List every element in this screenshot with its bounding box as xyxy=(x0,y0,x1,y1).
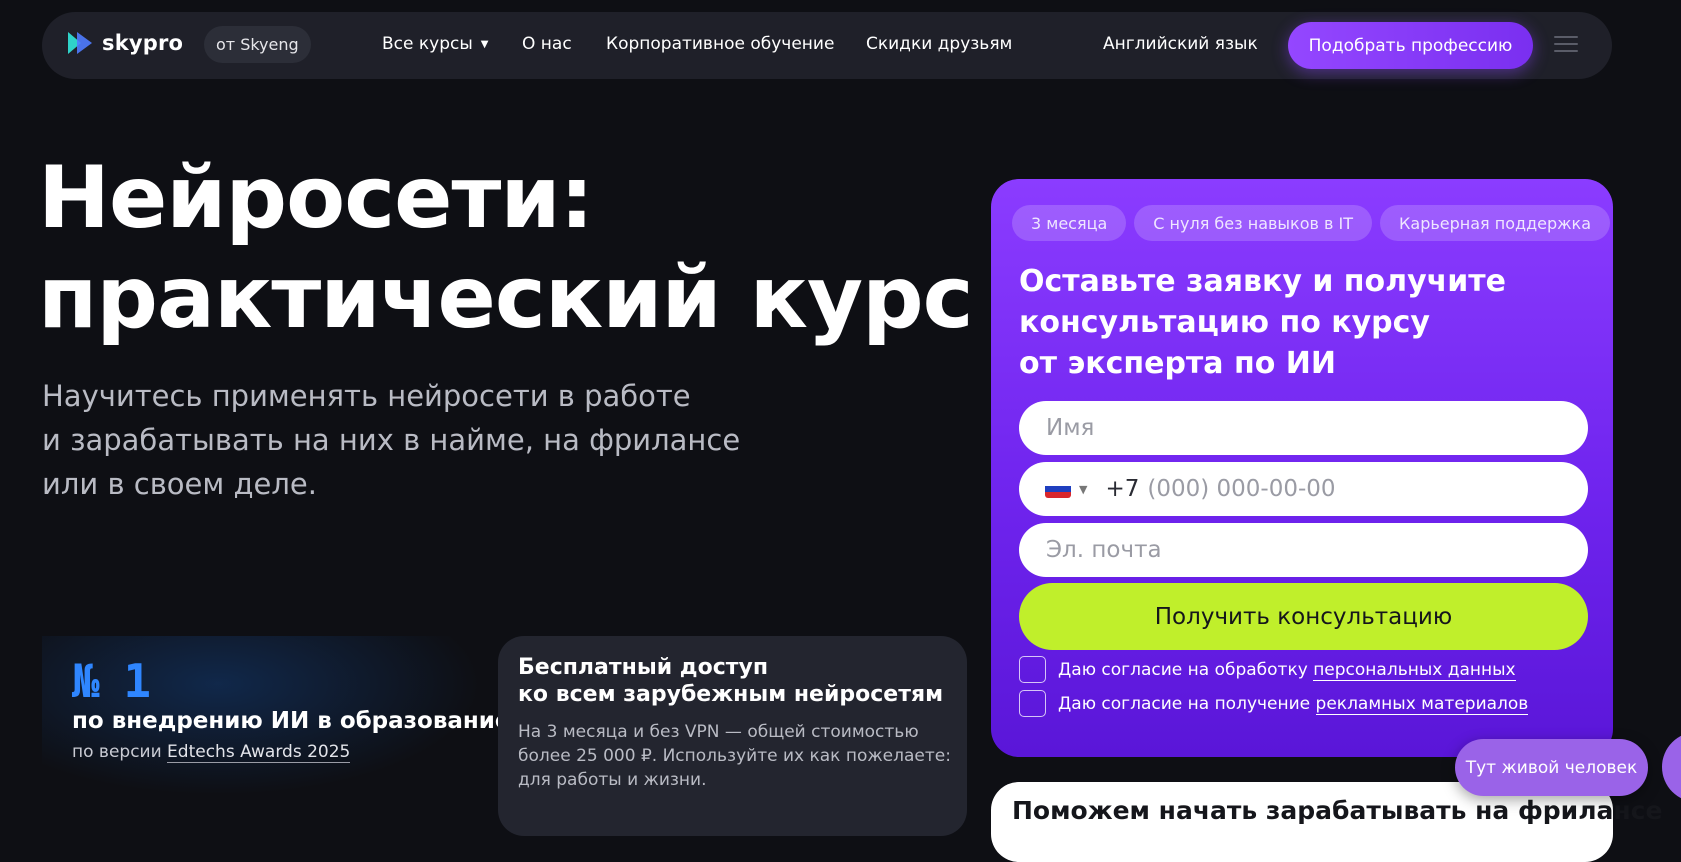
personal-data-link[interactable]: персональных данных xyxy=(1313,659,1516,681)
logo-text: skypro xyxy=(102,31,184,55)
page-title-line: практический курс xyxy=(38,248,974,348)
phone-field[interactable]: ▼ +7 (000) 000-00-00 xyxy=(1019,462,1588,516)
chevron-down-icon[interactable]: ▼ xyxy=(1079,483,1087,496)
award-source: по версии Edtechs Awards 2025 xyxy=(72,742,351,763)
consent-marketing-label: Даю согласие на получение рекламных мате… xyxy=(1058,693,1529,715)
chat-icon[interactable] xyxy=(1662,732,1681,802)
free-access-card: Бесплатный доступ ко всем зарубежным ней… xyxy=(498,636,967,836)
play-logo-icon xyxy=(68,32,92,54)
site-header: skypro от Skyeng Все курсы ▼ О нас Корпор… xyxy=(42,12,1612,79)
page-title-line: Нейросети: xyxy=(38,148,594,248)
from-skyeng-badge[interactable]: от Skyeng xyxy=(204,26,311,63)
name-field[interactable]: Имя xyxy=(1019,401,1588,455)
award-source-link[interactable]: Edtechs Awards 2025 xyxy=(167,742,351,763)
page-title: Нейросети: практический курс xyxy=(38,148,974,348)
choose-profession-button[interactable]: Подобрать профессию xyxy=(1288,22,1533,69)
consent-personal-data-checkbox[interactable] xyxy=(1019,656,1046,683)
consent-personal-data: Даю согласие на обработку персональных д… xyxy=(1019,656,1516,683)
hero-subtitle-line: Научитесь применять нейросети в работе xyxy=(42,379,691,413)
form-title-line: консультацию по курсу xyxy=(1019,305,1430,340)
free-access-text: На 3 месяца и без VPN — общей стоимостью… xyxy=(518,722,951,790)
award-card: № 1 по внедрению ИИ в образование по вер… xyxy=(42,636,511,796)
course-tags: 3 месяца С нуля без навыков в IT Карьерн… xyxy=(1012,205,1611,241)
form-title-line: от эксперта по ИИ xyxy=(1019,346,1336,381)
live-human-chat-button[interactable]: Тут живой человек xyxy=(1455,739,1648,796)
tag-duration: 3 месяца xyxy=(1012,205,1127,241)
hero-subtitle-line: или в своем деле. xyxy=(42,467,317,501)
hero-subtitle: Научитесь применять нейросети в работе и… xyxy=(42,374,802,506)
consent-marketing: Даю согласие на получение рекламных мате… xyxy=(1019,690,1529,717)
consent-personal-data-label: Даю согласие на обработку персональных д… xyxy=(1058,659,1516,681)
award-number: № 1 xyxy=(72,654,151,708)
free-access-title-line: ко всем зарубежным нейросетям xyxy=(518,682,944,707)
form-title-line: Оставьте заявку и получите xyxy=(1019,264,1507,299)
nav-about[interactable]: О нас xyxy=(522,34,572,54)
free-access-title-line: Бесплатный доступ xyxy=(518,655,769,680)
skypro-logo[interactable]: skypro xyxy=(68,31,183,55)
tag-career-support: Карьерная поддержка xyxy=(1380,205,1611,241)
freelance-card-title: Поможем начать зарабатывать на фрилансе xyxy=(1012,796,1663,825)
nav-corporate[interactable]: Корпоративное обучение xyxy=(606,34,834,54)
name-placeholder: Имя xyxy=(1046,415,1095,441)
form-title: Оставьте заявку и получите консультацию … xyxy=(1019,261,1579,384)
consent-marketing-prefix: Даю согласие на получение xyxy=(1058,693,1316,714)
email-field[interactable]: Эл. почта xyxy=(1019,523,1588,577)
award-title: по внедрению ИИ в образование xyxy=(72,708,511,734)
award-source-prefix: по версии xyxy=(72,742,168,762)
hero-subtitle-line: и зарабатывать на них в найме, на фрилан… xyxy=(42,423,741,457)
tag-from-zero: С нуля без навыков в IT xyxy=(1134,205,1373,241)
lead-form-panel: 3 месяца С нуля без навыков в IT Карьерн… xyxy=(991,179,1613,757)
chevron-down-icon: ▼ xyxy=(480,39,489,50)
phone-placeholder: (000) 000-00-00 xyxy=(1147,476,1336,502)
consent-marketing-checkbox[interactable] xyxy=(1019,690,1046,717)
nav-all-courses[interactable]: Все курсы ▼ xyxy=(382,34,488,54)
consent-personal-data-prefix: Даю согласие на обработку xyxy=(1058,659,1314,680)
nav-english[interactable]: Английский язык xyxy=(1103,34,1258,54)
get-consultation-button[interactable]: Получить консультацию xyxy=(1019,583,1588,650)
marketing-materials-link[interactable]: рекламных материалов xyxy=(1315,693,1529,715)
russia-flag-icon[interactable] xyxy=(1045,480,1071,498)
free-access-title: Бесплатный доступ ко всем зарубежным ней… xyxy=(518,654,958,708)
menu-icon[interactable] xyxy=(1554,36,1578,54)
nav-discounts[interactable]: Скидки друзьям xyxy=(866,34,1012,54)
email-placeholder: Эл. почта xyxy=(1046,537,1162,563)
phone-country-code: +7 xyxy=(1105,476,1140,502)
nav-all-courses-label: Все курсы xyxy=(382,34,473,54)
